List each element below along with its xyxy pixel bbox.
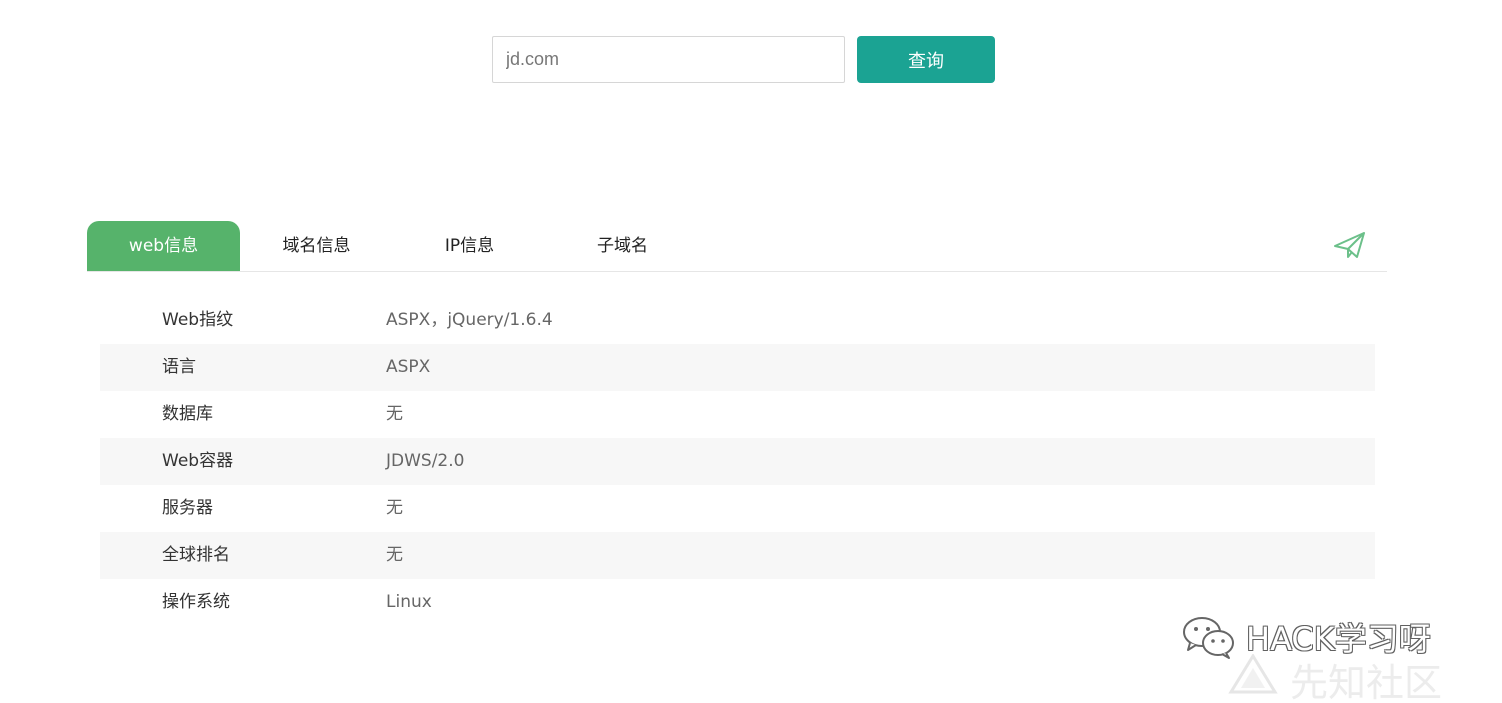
tab-domain-info[interactable]: 域名信息: [240, 221, 393, 271]
watermark: HACK学习呀 先知社区: [1180, 612, 1490, 703]
info-value: JDWS/2.0: [386, 451, 465, 471]
domain-search-input[interactable]: [492, 36, 845, 83]
info-row-web-container: Web容器 JDWS/2.0: [100, 438, 1375, 485]
paper-plane-icon[interactable]: [1333, 230, 1367, 260]
tab-subdomain[interactable]: 子域名: [546, 221, 699, 271]
info-value: Linux: [386, 592, 432, 612]
web-info-table: Web指纹 ASPX，jQuery/1.6.4 语言 ASPX 数据库 无 We…: [100, 297, 1375, 626]
info-row-language: 语言 ASPX: [100, 344, 1375, 391]
info-label: Web容器: [162, 451, 234, 471]
query-button[interactable]: 查询: [857, 36, 995, 83]
info-value: 无: [386, 404, 403, 424]
info-label: 操作系统: [162, 592, 230, 612]
info-label: Web指纹: [162, 310, 234, 330]
page: 查询 web信息 域名信息 IP信息 子域名 Web指纹 ASPX，jQuery…: [0, 0, 1502, 703]
tab-bar: web信息 域名信息 IP信息 子域名: [87, 221, 1387, 272]
info-label: 服务器: [162, 498, 213, 518]
info-value: 无: [386, 498, 403, 518]
info-label: 语言: [162, 357, 196, 377]
info-row-server: 服务器 无: [100, 485, 1375, 532]
info-value: ASPX，jQuery/1.6.4: [386, 310, 553, 330]
tab-ip-info[interactable]: IP信息: [393, 221, 546, 271]
tab-web-info[interactable]: web信息: [87, 221, 240, 271]
info-row-database: 数据库 无: [100, 391, 1375, 438]
info-row-global-rank: 全球排名 无: [100, 532, 1375, 579]
info-label: 数据库: [162, 404, 213, 424]
info-row-fingerprint: Web指纹 ASPX，jQuery/1.6.4: [100, 297, 1375, 344]
watermark-logo-icon: [1228, 653, 1278, 694]
info-label: 全球排名: [162, 545, 230, 565]
watermark-community: 先知社区: [1290, 661, 1443, 703]
info-value: 无: [386, 545, 403, 565]
info-value: ASPX: [386, 357, 431, 377]
